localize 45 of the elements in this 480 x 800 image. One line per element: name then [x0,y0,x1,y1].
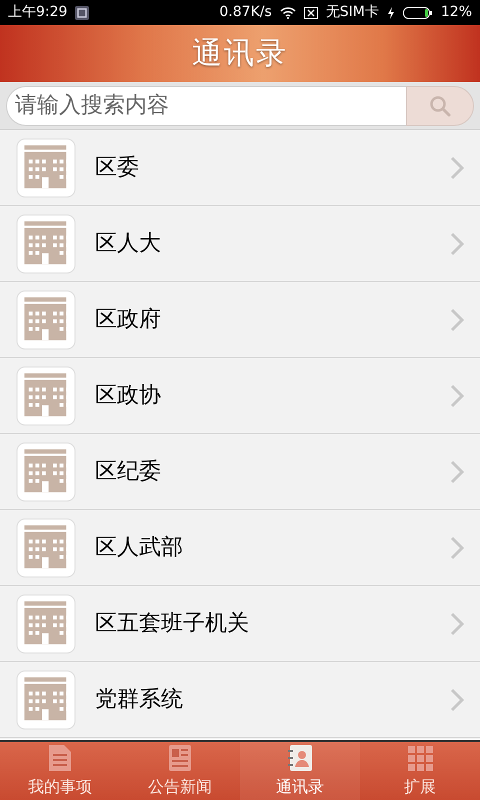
chevron-right-icon [450,460,464,484]
tab[interactable]: 公告新闻 [120,742,240,800]
building-icon [16,442,76,502]
chevron-right-icon [450,308,464,332]
address-book-icon [286,743,314,773]
chevron-right-icon [450,156,464,180]
building-icon [16,594,76,654]
network-speed: 0.87K/s [219,3,272,22]
no-sim-icon [304,6,318,18]
contact-name: 区政协 [95,382,162,410]
contact-name: 党群系统 [95,686,184,714]
charging-icon [386,6,395,18]
chevron-right-icon [450,612,464,636]
tab[interactable]: 通讯录 [240,742,360,800]
building-icon [16,138,76,198]
tab[interactable]: 我的事项 [0,742,120,800]
wifi-icon [280,6,296,18]
newspaper-icon [167,743,193,773]
contact-name: 区人大 [95,230,162,258]
search-icon [429,94,451,116]
contact-name: 区委 [95,154,140,182]
building-icon [16,670,76,730]
chevron-right-icon [450,232,464,256]
contact-name: 区政府 [95,306,162,334]
document-icon [47,743,73,773]
battery-icon [402,6,433,18]
contact-name: 区人武部 [95,534,184,562]
search-button[interactable] [406,86,474,126]
tab[interactable]: 扩展 [360,742,480,800]
building-icon [16,214,76,274]
contact-name: 区五套班子机关 [95,610,250,638]
building-icon [16,366,76,426]
building-icon [16,518,76,578]
chevron-right-icon [450,384,464,408]
app-notification-icon [75,6,90,20]
battery-percent: 12% [440,3,472,22]
page-title: 通讯录 [192,35,288,73]
contact-name: 区纪委 [95,458,162,486]
grid-icon [406,743,434,773]
search-field[interactable]: 请输入搜索内容 [6,86,406,126]
sim-status: 无SIM卡 [326,3,379,22]
chevron-right-icon [450,536,464,560]
chevron-right-icon [450,688,464,712]
clock: 上午9:29 [8,3,68,22]
building-icon [16,290,76,350]
